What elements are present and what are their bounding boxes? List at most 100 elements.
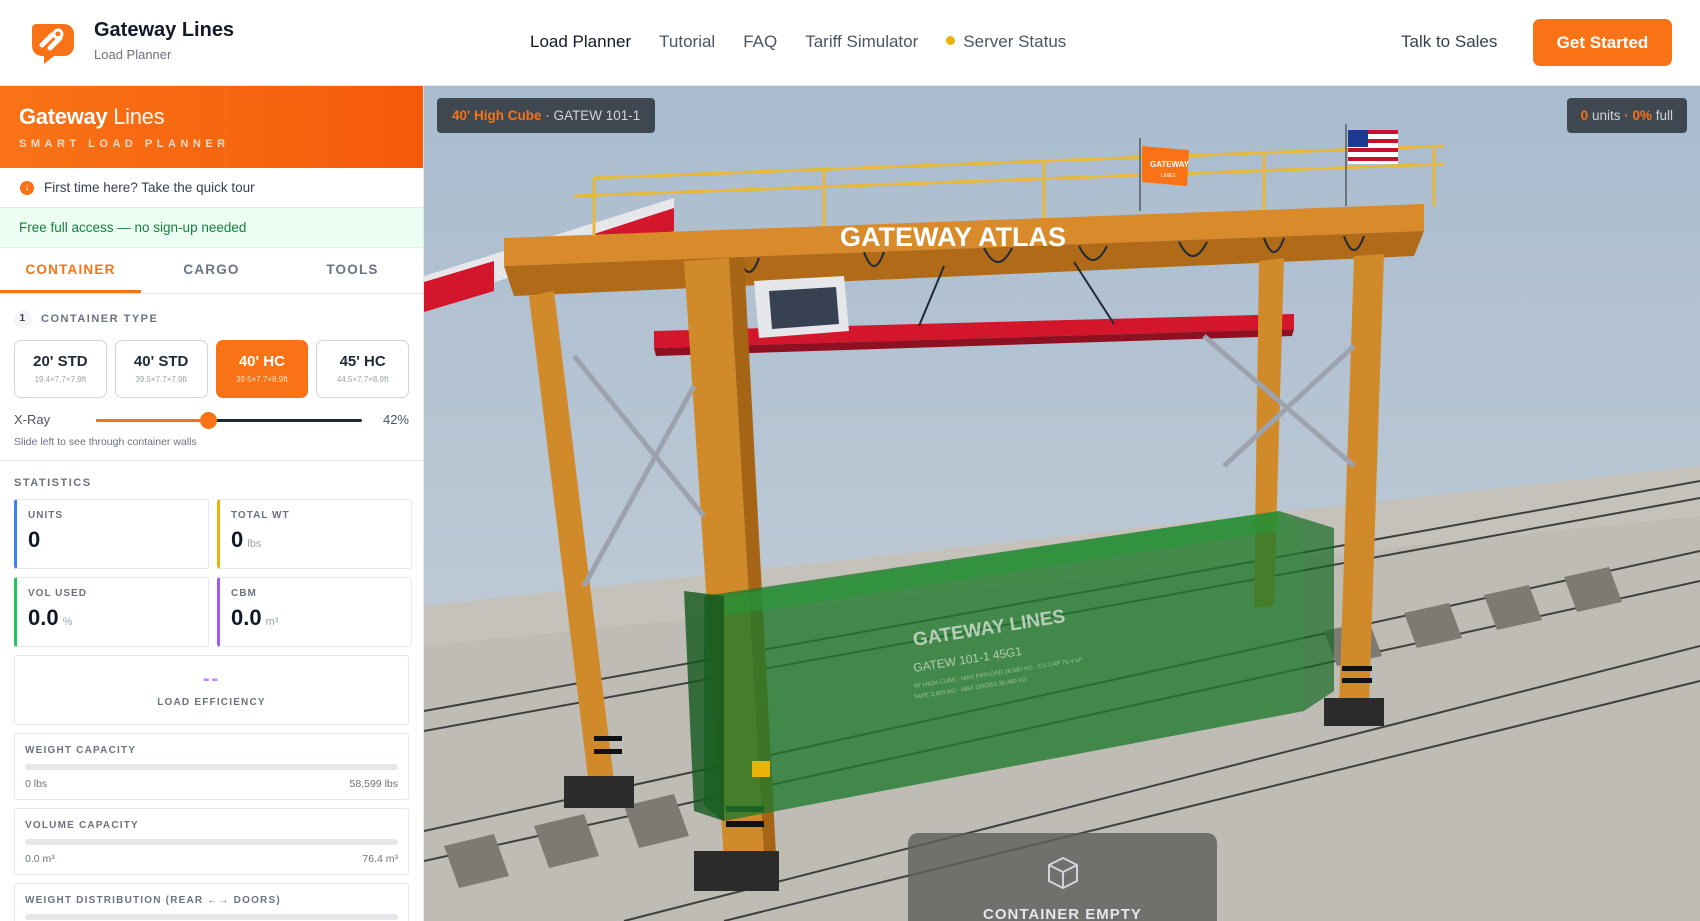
weight-distribution-card: WEIGHT DISTRIBUTION (REAR ←→ DOORS) xyxy=(14,883,409,921)
weight-capacity-label: WEIGHT CAPACITY xyxy=(25,745,137,756)
statistics-heading: STATISTICS xyxy=(14,477,92,489)
flag-subtext: LINES xyxy=(1161,173,1176,179)
stat-units-value: 0 xyxy=(28,527,41,552)
xray-hint: Slide left to see through container wall… xyxy=(14,436,197,448)
box-icon xyxy=(1048,857,1078,889)
crane-leg-base xyxy=(1324,698,1384,726)
load-efficiency-card: -- LOAD EFFICIENCY xyxy=(14,655,409,725)
xray-slider-fill xyxy=(96,419,208,422)
container-option-dims: 39.5×7.7×7.9ft xyxy=(135,375,187,384)
sidebar-brand: Gateway Lines xyxy=(19,104,404,130)
server-status-label: Server Status xyxy=(963,32,1067,51)
container-id-label: · GATEW 101-1 xyxy=(541,108,641,123)
nav-load-planner[interactable]: Load Planner xyxy=(530,32,631,52)
control-sidebar: Gateway Lines SMART LOAD PLANNER ↓ First… xyxy=(0,86,424,921)
volume-capacity-min: 0.0 m³ xyxy=(25,853,55,865)
volume-capacity-bar xyxy=(25,839,398,845)
stat-total-weight-value: 0 xyxy=(231,527,244,552)
xray-slider[interactable] xyxy=(96,412,362,429)
stat-label: TOTAL WT xyxy=(231,510,290,521)
stat-label: CBM xyxy=(231,588,257,599)
load-efficiency-label: LOAD EFFICIENCY xyxy=(157,697,266,708)
sidebar-tagline: SMART LOAD PLANNER xyxy=(19,138,230,150)
volume-capacity-max: 76.4 m³ xyxy=(362,853,398,865)
weight-distribution-label: WEIGHT DISTRIBUTION (REAR ←→ DOORS) xyxy=(25,895,281,906)
xray-label: X-Ray xyxy=(14,412,51,427)
tab-cargo[interactable]: CARGO xyxy=(141,248,282,293)
weight-capacity-min: 0 lbs xyxy=(25,778,48,790)
step-number: 1 xyxy=(14,310,32,328)
sidebar-tabs: CONTAINER CARGO TOOLS xyxy=(0,248,423,294)
xray-slider-handle[interactable] xyxy=(199,412,217,429)
container-empty-text: CONTAINER EMPTY xyxy=(983,906,1142,921)
talk-to-sales-link[interactable]: Talk to Sales xyxy=(1401,32,1497,52)
yard-scene[interactable]: GATEWAY ATLAS GATEWAY LINES GATEWAY LINE… xyxy=(424,86,1700,921)
stat-total-weight: 0 lbs xyxy=(231,527,400,553)
stat-label: UNITS xyxy=(28,510,63,521)
container-option-dims: 39.5×7.7×8.9ft xyxy=(236,375,288,384)
tab-container[interactable]: CONTAINER xyxy=(0,248,141,293)
crane-sign-text: GATEWAY ATLAS xyxy=(840,222,1066,252)
load-summary-badge: 0 units · 0% full xyxy=(1566,98,1687,133)
stat-unit: lbs xyxy=(247,538,262,550)
quick-tour-link[interactable]: ↓ First time here? Take the quick tour xyxy=(0,168,423,208)
weight-capacity-bar xyxy=(25,764,398,770)
container-type-section: 1 CONTAINER TYPE 20' STD 19.4×7.7×7.9ft … xyxy=(0,294,423,461)
container-option-40-hc[interactable]: 40' HC 39.5×7.7×8.9ft xyxy=(215,340,309,398)
free-access-banner: Free full access — no sign-up needed xyxy=(0,208,423,248)
stat-volume-used: 0.0% xyxy=(28,605,197,631)
sidebar-header: Gateway Lines SMART LOAD PLANNER xyxy=(0,86,423,168)
container-info-badge: 40' High Cube · GATEW 101-1 xyxy=(437,98,656,133)
nav-tariff-simulator[interactable]: Tariff Simulator xyxy=(805,32,918,52)
get-started-button[interactable]: Get Started xyxy=(1533,19,1672,66)
container-empty-overlay: CONTAINER EMPTY xyxy=(908,833,1217,921)
fill-percent: · 0% xyxy=(1624,108,1652,123)
stat-unit: % xyxy=(62,616,73,628)
weight-distribution-bar xyxy=(25,914,398,920)
container-type-label: CONTAINER TYPE xyxy=(41,313,159,325)
stat-cbm-card: CBM 0.0 m³ xyxy=(217,577,412,647)
xray-control: X-Ray 42% xyxy=(14,404,409,434)
container-option-name: 40' STD xyxy=(133,353,189,370)
sidebar-brand-bold: Gateway xyxy=(19,104,108,129)
quick-tour-label: First time here? Take the quick tour xyxy=(44,180,255,195)
stat-volume-used-card: VOL USED 0.0% xyxy=(14,577,209,647)
volume-capacity-label: VOLUME CAPACITY xyxy=(25,820,139,831)
stat-unit: m³ xyxy=(265,616,279,628)
nav-faq[interactable]: FAQ xyxy=(743,32,777,52)
weight-capacity-max: 58,599 lbs xyxy=(349,778,398,790)
container-option-40-std[interactable]: 40' STD 39.5×7.7×7.9ft xyxy=(114,340,208,398)
tab-tools[interactable]: TOOLS xyxy=(282,248,423,293)
stat-units-card: UNITS 0 xyxy=(14,499,209,569)
stat-volume-used-value: 0.0 xyxy=(28,605,59,630)
container-type-heading: 1 CONTAINER TYPE xyxy=(14,310,409,328)
arrow-down-circle-icon: ↓ xyxy=(20,180,34,195)
container-option-name: 20' STD xyxy=(33,353,88,370)
nav-tutorial[interactable]: Tutorial xyxy=(659,32,715,52)
stat-cbm-value: 0.0 xyxy=(231,605,262,630)
container-option-45-hc[interactable]: 45' HC 44.5×7.7×8.9ft xyxy=(316,340,409,398)
brand-subtitle: Load Planner xyxy=(94,47,172,62)
nav-server-status[interactable]: Server Status xyxy=(946,32,1066,52)
hazard-label xyxy=(752,761,770,777)
3d-viewport[interactable]: GATEWAY ATLAS GATEWAY LINES GATEWAY LINE… xyxy=(424,86,1700,921)
server-status-dot-icon xyxy=(946,36,956,45)
container-type-options: 20' STD 19.4×7.7×7.9ft 40' STD 39.5×7.7×… xyxy=(14,340,409,398)
volume-capacity-card: VOLUME CAPACITY 0.0 m³ 76.4 m³ xyxy=(14,808,409,875)
statistics-grid: UNITS 0 TOTAL WT 0 lbs VOL USED 0.0% CBM … xyxy=(0,489,423,647)
brand-name: Gateway Lines xyxy=(94,19,235,41)
sidebar-brand-light: Lines xyxy=(107,104,165,129)
main-nav: Load Planner Tutorial FAQ Tariff Simulat… xyxy=(530,32,1066,52)
load-efficiency-value: -- xyxy=(202,668,221,690)
container-option-dims: 19.4×7.7×7.9ft xyxy=(34,375,87,384)
crane-leg-base xyxy=(564,776,634,808)
container-type-highlight: 40' High Cube xyxy=(452,108,542,123)
container-option-dims: 44.5×7.7×8.9ft xyxy=(336,375,389,384)
stat-label: VOL USED xyxy=(28,588,87,599)
container-option-20-std[interactable]: 20' STD 19.4×7.7×7.9ft xyxy=(14,340,107,398)
gateway-logo-icon[interactable] xyxy=(28,20,78,64)
units-label: units xyxy=(1588,108,1625,123)
stat-total-weight-card: TOTAL WT 0 lbs xyxy=(217,499,412,569)
stat-cbm: 0.0 m³ xyxy=(231,605,400,631)
full-label: full xyxy=(1651,108,1673,123)
